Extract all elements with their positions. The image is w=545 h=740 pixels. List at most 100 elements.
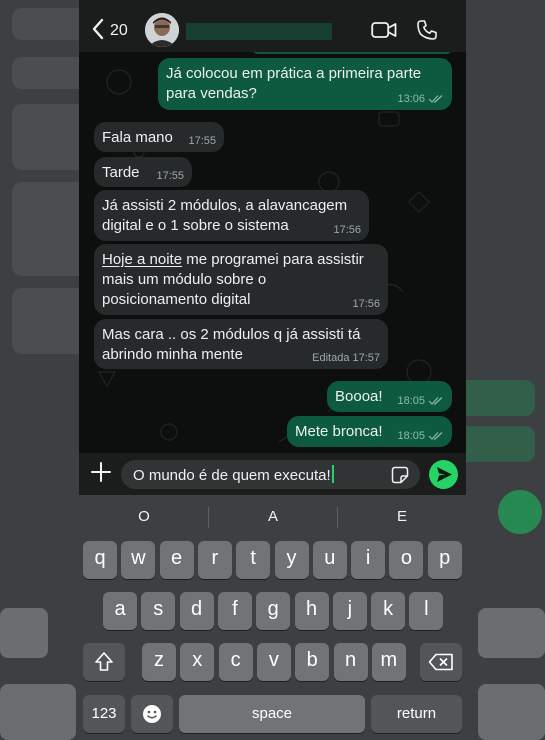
message-text: Tarde [102,164,140,181]
double-check-icon [428,397,443,405]
key-w[interactable]: w [121,541,156,579]
message-time: 18:05 [397,430,425,442]
message-bubble-partial[interactable] [252,52,452,54]
suggestion-2[interactable]: A [209,508,337,525]
message-time: 17:55 [156,170,184,182]
message-bubble[interactable]: Tarde 17:55 [94,157,192,187]
background-bubble [455,380,535,416]
message-meta: 17:56 [352,298,380,310]
suggestion-3[interactable]: E [338,508,466,525]
key-a[interactable]: a [103,592,137,630]
message-bubble[interactable]: Fala mano 17:55 [94,122,224,152]
message-bubble[interactable]: Já assisti 2 módulos, a alavancagem digi… [94,190,369,241]
message-edited-label: Editada [312,352,350,364]
background-key [478,608,545,658]
message-time: 17:56 [333,224,361,236]
message-bubble[interactable]: Boooa! 18:05 [327,381,452,412]
message-bubble[interactable]: Já colocou em prática a primeira parte p… [158,58,452,110]
message-meta: 17:56 [333,224,361,236]
send-icon [437,467,452,482]
message-time: 18:05 [397,395,425,407]
key-q[interactable]: q [83,541,117,579]
message-meta: 17:55 [156,170,184,182]
numbers-key[interactable]: 123 [83,695,125,733]
message-meta: 13:06 [397,93,444,105]
message-text: Já assisti 2 módulos, a alavancagem digi… [102,197,348,234]
send-button[interactable] [429,460,458,489]
message-bubble[interactable]: Mete bronca! 18:05 [287,416,452,447]
message-meta: 18:05 [397,430,444,442]
message-meta: 17:55 [188,135,216,147]
return-key[interactable]: return [371,695,462,733]
message-meta: 18:05 [397,395,444,407]
message-time: 13:06 [397,93,425,105]
background-key [0,684,76,740]
chat-area[interactable]: Já colocou em prática a primeira parte p… [79,52,466,453]
shift-icon [95,652,113,671]
key-e[interactable]: e [159,541,194,579]
message-text: Boooa! [335,388,383,405]
key-p[interactable]: p [427,541,462,579]
key-i[interactable]: i [351,541,386,579]
background-bubble [455,426,535,462]
unread-count[interactable]: 20 [110,22,128,40]
suggestion-bar: O A E [79,495,466,538]
double-check-icon [428,432,443,440]
message-text: Fala mano [102,129,173,146]
key-z[interactable]: z [142,643,176,681]
text-caret [331,465,334,483]
message-meta: Editada 17:57 [312,352,380,364]
background-key [478,684,545,740]
key-v[interactable]: v [256,643,291,681]
message-time: 17:55 [188,135,216,147]
message-text: Já colocou em prática a primeira parte p… [166,65,422,102]
emoji-key[interactable] [131,695,173,733]
message-time: 17:57 [352,352,380,364]
key-x[interactable]: x [180,643,215,681]
chat-header: 20 [79,0,466,52]
backspace-key[interactable] [420,643,462,681]
double-check-icon [428,95,443,103]
key-l[interactable]: l [409,592,444,630]
key-k[interactable]: k [371,592,406,630]
phone-screen: 20 Já colocou em prática a primeira part… [79,0,466,740]
keyboard: O A E qwertyuiop asdfghjkl zxcvbnm 123 s… [79,495,466,740]
message-link-text[interactable]: Hoje a noite [102,251,182,268]
phone-icon[interactable] [416,19,438,41]
key-m[interactable]: m [371,643,406,681]
message-input[interactable]: O mundo é de quem executa! [121,460,420,489]
key-r[interactable]: r [197,541,232,579]
key-f[interactable]: f [217,592,252,630]
backspace-icon [428,653,453,671]
plus-icon[interactable] [90,461,112,483]
shift-key[interactable] [83,643,125,681]
key-b[interactable]: b [295,643,330,681]
contact-name-redacted[interactable] [186,23,332,40]
key-y[interactable]: y [274,541,309,579]
message-text: Mete bronca! [295,423,383,440]
message-input-text[interactable]: O mundo é de quem executa! [133,465,334,485]
key-h[interactable]: h [294,592,329,630]
background-key [0,608,48,658]
message-bubble[interactable]: Mas cara .. os 2 módulos q já assisti tá… [94,319,388,369]
avatar[interactable] [145,13,179,47]
emoji-icon [143,705,161,723]
key-g[interactable]: g [256,592,291,630]
key-u[interactable]: u [312,541,347,579]
key-n[interactable]: n [333,643,368,681]
background-send [498,490,542,534]
message-time: 17:56 [352,298,380,310]
key-o[interactable]: o [389,541,424,579]
message-bubble[interactable]: Hoje a noite me programei para assistir … [94,244,388,315]
key-c[interactable]: c [218,643,253,681]
video-icon[interactable] [371,21,397,39]
suggestion-1[interactable]: O [80,508,208,525]
message-composer: O mundo é de quem executa! [79,453,466,495]
key-t[interactable]: t [236,541,271,579]
sticker-icon[interactable] [391,466,409,484]
key-j[interactable]: j [332,592,367,630]
space-key[interactable]: space [179,695,365,733]
key-d[interactable]: d [179,592,214,630]
chevron-left-icon[interactable] [91,18,105,40]
key-s[interactable]: s [141,592,176,630]
